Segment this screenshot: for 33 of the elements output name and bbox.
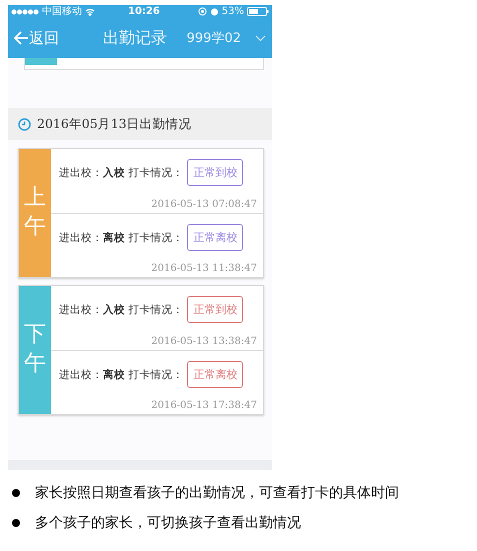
battery-icon [247, 7, 269, 16]
period-strip [25, 58, 57, 65]
battery-percent: 53% [222, 5, 244, 18]
chevron-down-icon [255, 34, 266, 42]
record-text: 进出校：入校 打卡情况： [59, 166, 184, 180]
signal-icon [11, 8, 39, 14]
location-icon [198, 7, 207, 16]
period-label: 下午 [19, 286, 51, 414]
period-label: 上午 [19, 149, 51, 277]
note-text: 多个孩子的家长，可切换孩子查看出勤情况 [35, 514, 301, 532]
record-text: 进出校：入校 打卡情况： [59, 302, 184, 316]
page-title: 出勤记录 [103, 28, 167, 48]
record-time: 2016-05-13 07:08:47 [151, 199, 257, 210]
record-text: 进出校：离校 打卡情况： [59, 230, 184, 244]
status-tag: 正常离校 [187, 361, 244, 388]
status-tag: 正常到校 [187, 296, 244, 323]
record-text: 进出校：离校 打卡情况： [59, 368, 184, 382]
bullet-icon [12, 489, 20, 497]
back-button[interactable]: 返回 [14, 28, 59, 48]
date-title: 2016年05月13日出勤情况 [37, 116, 192, 132]
bullet-icon [12, 519, 20, 527]
status-tag: 正常离校 [187, 224, 244, 251]
record-time: 2016-05-13 13:38:47 [151, 336, 257, 347]
clock-icon [18, 118, 31, 130]
record-time: 2016-05-13 11:38:47 [151, 263, 257, 274]
back-arrow-icon [14, 31, 28, 45]
note-text: 家长按照日期查看孩子的出勤情况，可查看打卡的具体时间 [35, 484, 399, 502]
carrier-label: 中国移动 [42, 5, 82, 18]
clock-time: 10:26 [128, 5, 160, 18]
wifi-icon [85, 8, 95, 16]
status-tag: 正常到校 [187, 159, 244, 186]
record-time: 2016-05-13 17:38:47 [151, 400, 257, 411]
student-switcher[interactable]: 999学02 [186, 29, 266, 47]
